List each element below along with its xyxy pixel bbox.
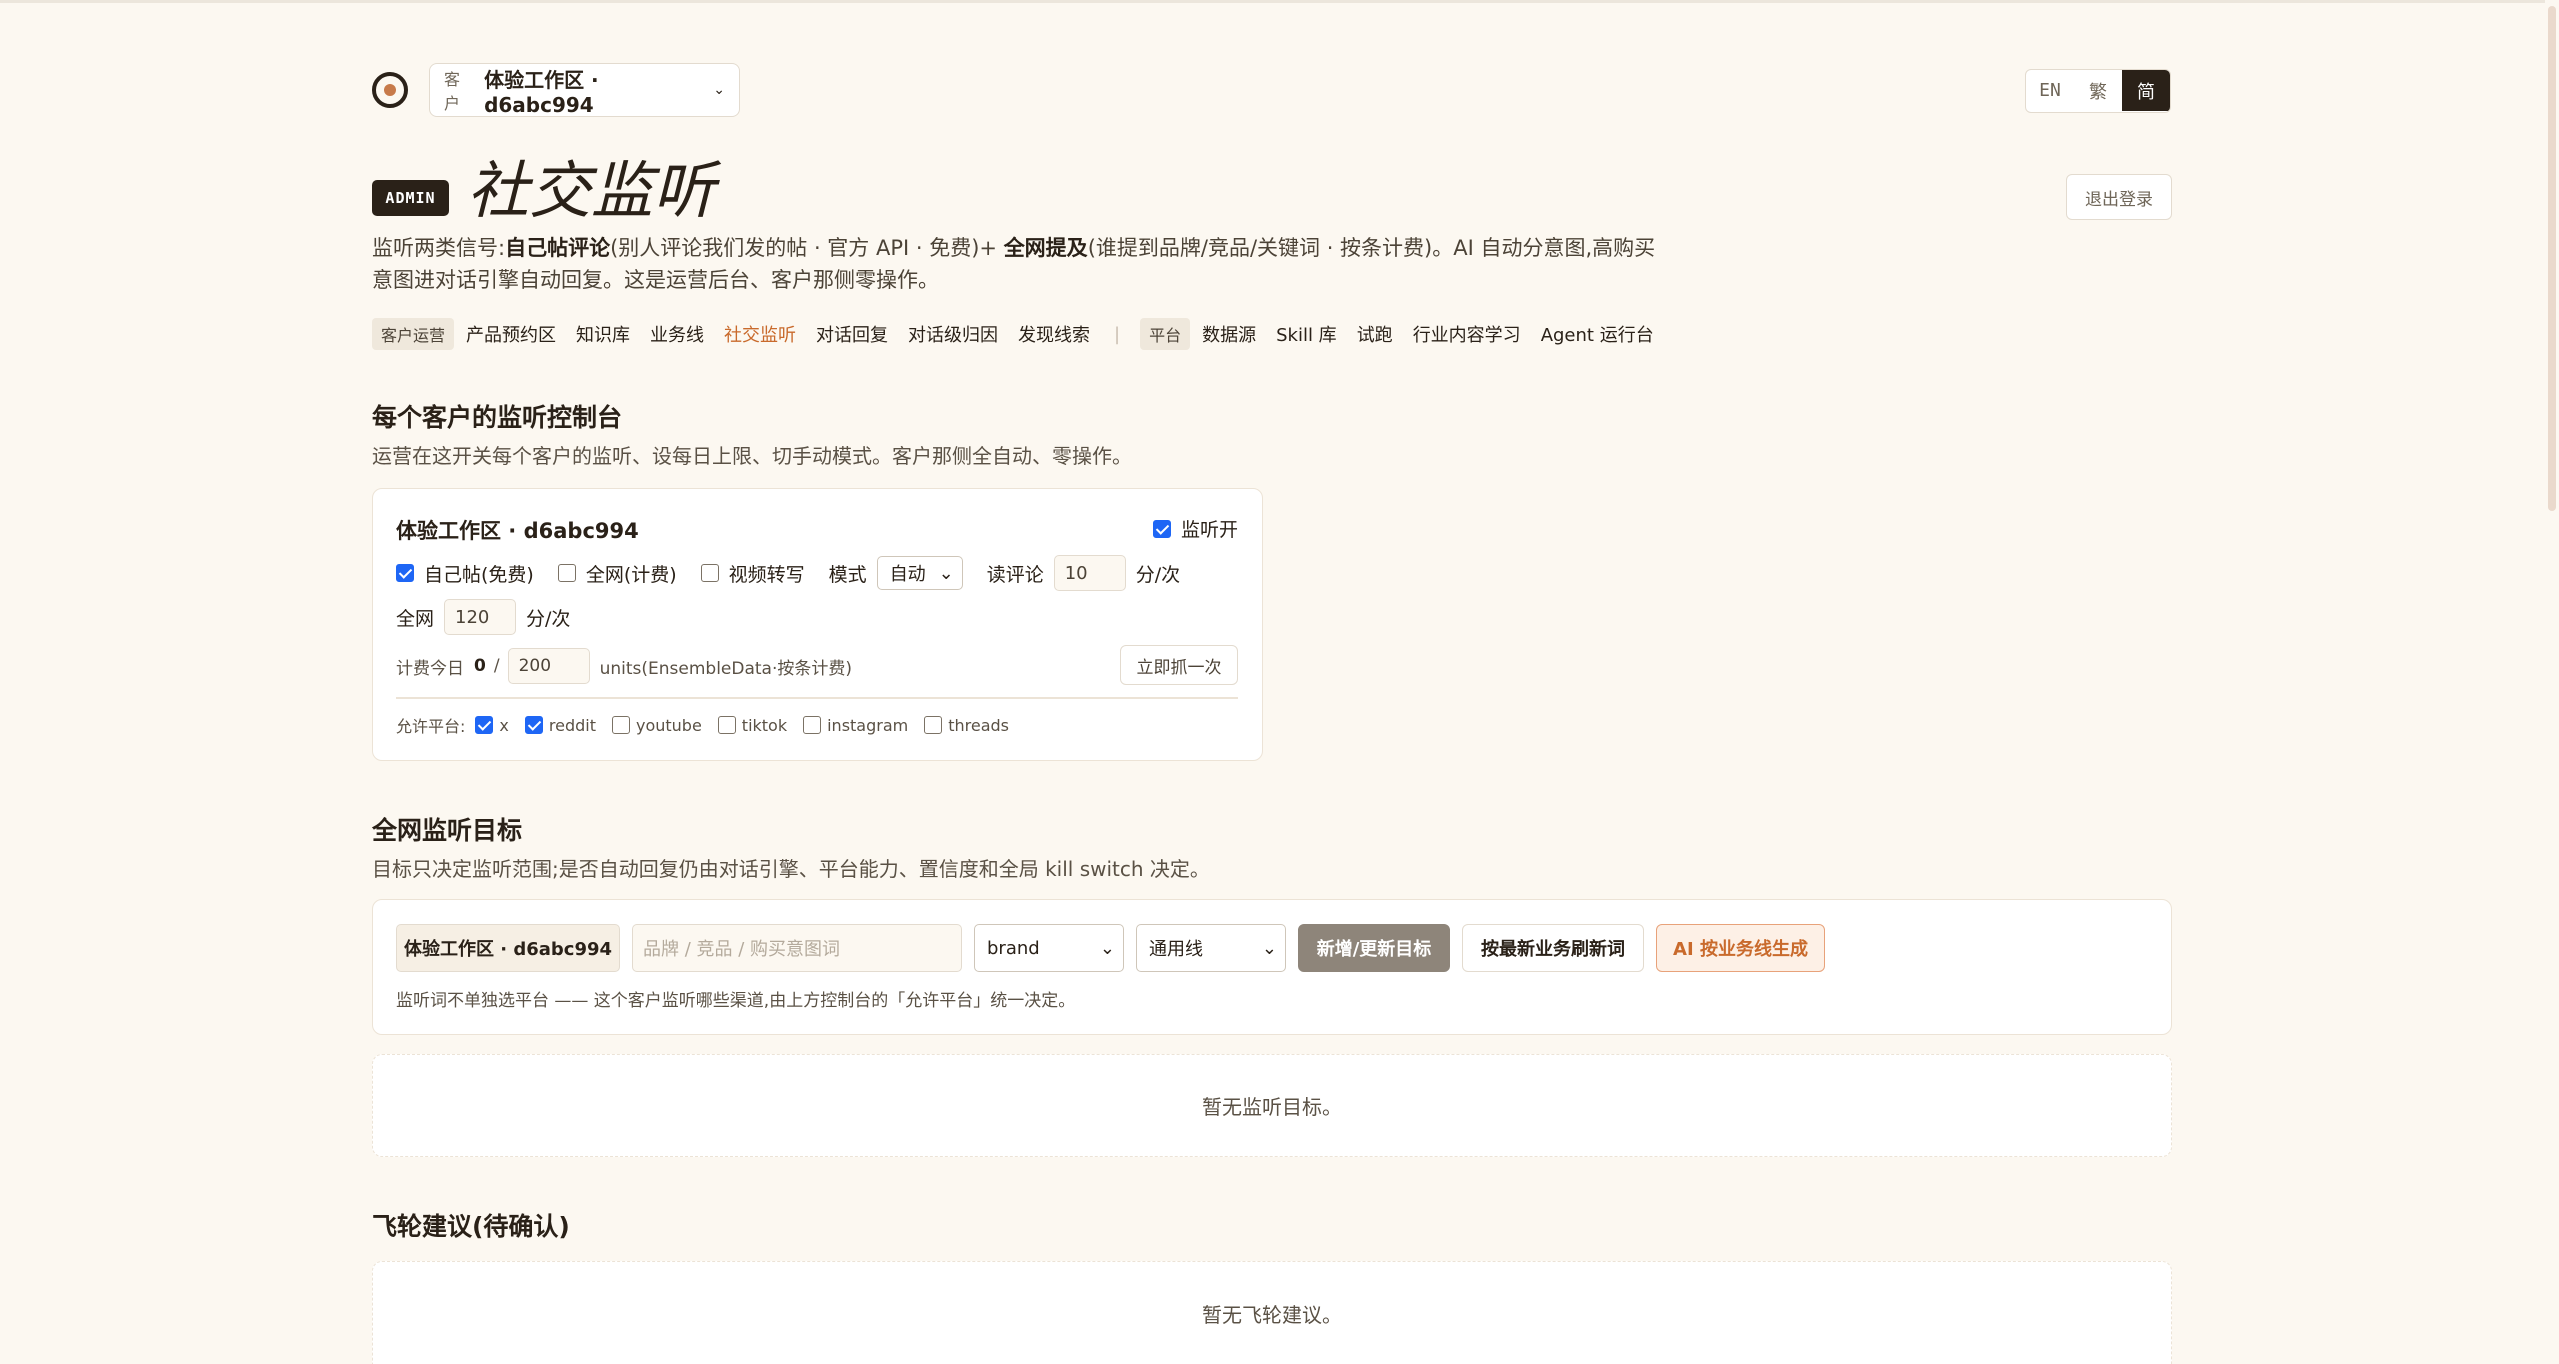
- workspace-selector[interactable]: 客户 体验工作区 · d6abc994 ⌄: [429, 63, 740, 117]
- lang-traditional[interactable]: 繁: [2074, 70, 2122, 111]
- web-checkbox[interactable]: [557, 564, 576, 582]
- platform-x-checkbox[interactable]: [475, 716, 494, 734]
- targets-section-title: 全网监听目标: [372, 816, 523, 845]
- console-section-desc: 运营在这开关每个客户的监听、设每日上限、切手动模式。客户那侧全自动、零操作。: [372, 444, 1132, 468]
- nav-item-industry-learning[interactable]: 行业内容学习: [1413, 321, 1521, 347]
- targets-empty-state: 暂无监听目标。: [372, 1054, 2172, 1157]
- nav-bar: 客户运营 产品预约区 知识库 业务线 社交监听 对话回复 对话级归因 发现线索 …: [372, 318, 1674, 350]
- platform-youtube-checkbox[interactable]: [611, 716, 630, 734]
- nav-item-skill-library[interactable]: Skill 库: [1276, 321, 1337, 347]
- top-border: [0, 0, 2559, 3]
- scrollbar-thumb[interactable]: [2548, 6, 2556, 511]
- nav-item-business-lines[interactable]: 业务线: [650, 321, 704, 347]
- web-interval-input[interactable]: 120: [444, 599, 517, 635]
- lang-simplified[interactable]: 简: [2122, 70, 2170, 111]
- ai-generate-button[interactable]: AI 按业务线生成: [1656, 924, 1825, 972]
- platform-tiktok-checkbox[interactable]: [717, 716, 736, 734]
- nav-item-product-booking[interactable]: 产品预约区: [466, 321, 556, 347]
- console-card-title: 体验工作区 · d6abc994: [396, 519, 639, 543]
- listen-on-checkbox[interactable]: [1153, 519, 1171, 538]
- billing-limit-input[interactable]: 200: [507, 648, 590, 684]
- nav-group-platform: 平台: [1140, 318, 1191, 350]
- own-posts-checkbox[interactable]: [396, 564, 414, 582]
- nav-item-agent-console[interactable]: Agent 运行台: [1541, 321, 1654, 347]
- console-card: 体验工作区 · d6abc994 监听开 自己帖(免费) 全网(计费) 视频转写…: [372, 488, 1263, 761]
- read-comments-input[interactable]: 10: [1053, 555, 1126, 591]
- chevron-down-icon: ⌄: [1261, 937, 1277, 959]
- targets-note: 监听词不单独选平台 —— 这个客户监听哪些渠道,由上方控制台的「允许平台」统一决…: [396, 990, 1076, 1011]
- nav-item-discover-leads[interactable]: 发现线索: [1018, 321, 1090, 347]
- refresh-keywords-button[interactable]: 按最新业务刷新词: [1462, 924, 1644, 972]
- chevron-down-icon: ⌄: [1099, 937, 1115, 959]
- console-section-title: 每个客户的监听控制台: [372, 403, 623, 432]
- billing-row: 计费今日 0 / 200 units(EnsembleData·按条计费): [396, 648, 852, 684]
- nav-item-conversation-reply[interactable]: 对话回复: [816, 321, 888, 347]
- page-description: 监听两类信号:自己帖评论(别人评论我们发的帖 · 官方 API · 免费)+ 全…: [372, 236, 1656, 292]
- add-target-button[interactable]: 新增/更新目标: [1298, 924, 1450, 972]
- platform-reddit-checkbox[interactable]: [524, 716, 543, 734]
- logo-icon: [372, 72, 408, 108]
- nav-item-data-sources[interactable]: 数据源: [1202, 321, 1256, 347]
- scrollbar[interactable]: [2545, 0, 2559, 1364]
- divider: [396, 697, 1238, 699]
- logout-button[interactable]: 退出登录: [2066, 174, 2172, 220]
- web-interval-row: 全网 120 分/次: [396, 599, 570, 635]
- language-switcher: EN 繁 简: [2025, 69, 2171, 113]
- nav-item-social-listening[interactable]: 社交监听: [724, 321, 796, 347]
- keyword-input[interactable]: 品牌 / 竞品 / 购买意图词: [632, 924, 962, 972]
- targets-form-row: 体验工作区 · d6abc994 品牌 / 竞品 / 购买意图词 brand ⌄…: [396, 924, 1825, 972]
- video-checkbox[interactable]: [700, 564, 719, 582]
- lang-en[interactable]: EN: [2026, 70, 2074, 111]
- chevron-down-icon: ⌄: [713, 82, 725, 98]
- workspace-name: 体验工作区 · d6abc994: [484, 67, 599, 117]
- flywheel-empty-state: 暂无飞轮建议。: [372, 1261, 2172, 1364]
- mode-select[interactable]: 自动 ⌄: [876, 556, 963, 590]
- flywheel-section-title: 飞轮建议(待确认): [372, 1212, 570, 1241]
- page-title: 社交监听: [467, 154, 716, 227]
- targets-card: 体验工作区 · d6abc994 品牌 / 竞品 / 购买意图词 brand ⌄…: [372, 899, 2172, 1035]
- business-line-select[interactable]: 通用线 ⌄: [1136, 924, 1286, 972]
- workspace-prefix: 客户: [444, 70, 461, 113]
- admin-badge: ADMIN: [372, 180, 449, 216]
- billing-used: 0: [474, 656, 486, 676]
- fetch-now-button[interactable]: 立即抓一次: [1120, 645, 1238, 685]
- platform-threads-checkbox[interactable]: [924, 716, 943, 734]
- nav-item-trial-run[interactable]: 试跑: [1357, 321, 1393, 347]
- nav-item-attribution[interactable]: 对话级归因: [908, 321, 998, 347]
- chevron-down-icon: ⌄: [938, 562, 954, 584]
- platform-instagram-checkbox[interactable]: [803, 716, 822, 734]
- targets-section-desc: 目标只决定监听范围;是否自动回复仍由对话引擎、平台能力、置信度和全局 kill …: [372, 857, 1210, 881]
- nav-item-knowledge-base[interactable]: 知识库: [576, 321, 630, 347]
- nav-separator: |: [1114, 323, 1121, 345]
- nav-group-customer-ops: 客户运营: [372, 318, 455, 350]
- console-options-row: 自己帖(免费) 全网(计费) 视频转写 模式 自动 ⌄ 读评论 10 分/次: [396, 555, 1180, 591]
- platforms-row: 允许平台: x reddit youtube tiktok instagram …: [396, 715, 1010, 737]
- target-type-select[interactable]: brand ⌄: [974, 924, 1124, 972]
- listen-toggle[interactable]: 监听开: [1153, 515, 1238, 542]
- target-workspace-chip: 体验工作区 · d6abc994: [396, 924, 620, 972]
